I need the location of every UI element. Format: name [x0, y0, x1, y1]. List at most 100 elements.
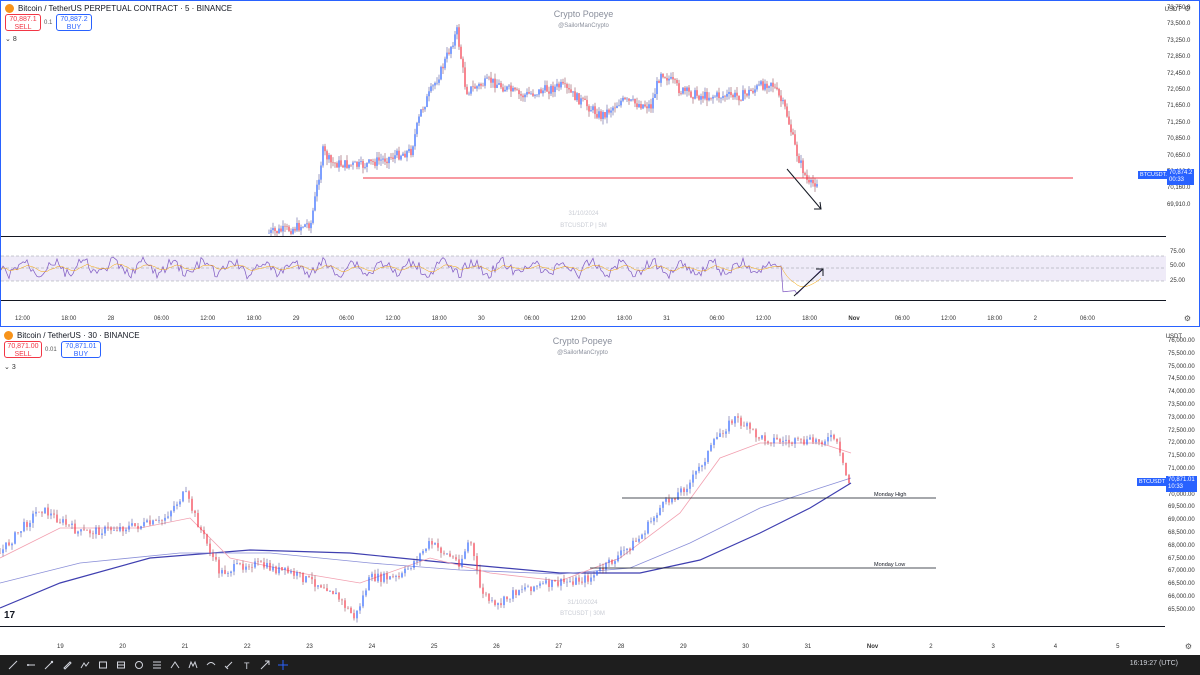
candle-body — [614, 107, 616, 109]
candle-body — [492, 78, 494, 83]
rsi-axis: 75.00 50.00 25.00 — [1164, 237, 1199, 300]
candle-body — [448, 52, 450, 54]
candle-body — [29, 522, 31, 527]
candle-body — [746, 423, 748, 427]
time-tick: 19 — [57, 644, 64, 650]
candle-body — [170, 511, 172, 517]
candle-body — [395, 575, 397, 577]
candle-body — [390, 157, 392, 158]
candle-body — [532, 93, 534, 96]
fib-icon[interactable] — [152, 660, 162, 670]
rsi-indicator[interactable] — [1, 237, 1166, 300]
short-position-icon[interactable] — [134, 660, 144, 670]
candle-body — [764, 435, 766, 442]
bottom-time-axis[interactable]: 19 20 21 22 23 24 25 26 27 28 29 30 31 Nov 2 3 4 5 — [0, 644, 1165, 654]
candle-body — [812, 179, 814, 184]
candle-body — [296, 222, 298, 231]
candle-body — [572, 581, 574, 585]
candle-body — [260, 561, 262, 563]
time-tick: 4 — [1053, 644, 1058, 650]
candle-body — [372, 161, 374, 162]
candle-body — [464, 551, 466, 559]
candle-body — [644, 533, 646, 535]
candle-body — [306, 223, 308, 225]
candle-body — [278, 228, 280, 234]
bottom-price-chart[interactable]: Monday High Monday Low 17 — [0, 328, 1165, 626]
top-price-axis[interactable]: 73,750.0 73,500.0 73,250.0 72,850.0 72,450.0… — [1164, 1, 1199, 236]
measure-icon[interactable] — [224, 660, 234, 670]
tradingview-logo: 17 — [4, 610, 16, 621]
candle-body — [92, 533, 94, 535]
pitchfork-icon[interactable] — [170, 660, 180, 670]
candle-body — [344, 160, 346, 168]
candle-body — [557, 581, 559, 586]
crosshair-icon[interactable] — [278, 660, 288, 670]
candle-body — [802, 160, 804, 174]
candle-body — [444, 58, 446, 69]
candle-body — [292, 228, 294, 234]
candle-body — [588, 106, 590, 112]
time-tick: 12:00 — [200, 316, 216, 322]
candle-body — [514, 87, 516, 90]
long-position-icon[interactable] — [116, 660, 126, 670]
candle-body — [596, 114, 598, 118]
candle-body — [710, 444, 712, 451]
candle-body — [221, 570, 223, 574]
rectangle-icon[interactable] — [98, 660, 108, 670]
candle-body — [498, 83, 500, 85]
down-arrow-annotation[interactable] — [786, 168, 822, 210]
candle-body — [780, 95, 782, 102]
candle-body — [346, 160, 348, 168]
path-icon[interactable] — [80, 660, 90, 670]
price-tick: 71,650.0 — [1167, 103, 1191, 110]
candle-body — [338, 592, 340, 600]
bottom-time-settings-icon[interactable]: ⚙ — [1185, 642, 1192, 651]
candle-body — [782, 100, 784, 102]
candle-body — [284, 225, 286, 227]
candle-body — [280, 228, 282, 232]
candle-body — [426, 96, 428, 108]
pattern-icon[interactable] — [188, 660, 198, 670]
candle-body — [56, 514, 58, 523]
pen-icon[interactable] — [62, 660, 72, 670]
candle-body — [59, 522, 61, 524]
candle-body — [574, 91, 576, 101]
candle-body — [434, 82, 436, 86]
price-tick: 73,500.00 — [1168, 402, 1195, 408]
candle-body — [762, 81, 764, 90]
candle-body — [674, 498, 676, 500]
candle-body — [288, 226, 290, 232]
candle-body — [161, 520, 163, 521]
bottom-chart-pane[interactable]: Bitcoin / TetherUS · 30 · BINANCE 70,871… — [0, 328, 1200, 655]
candle-body — [740, 417, 742, 426]
elliott-icon[interactable] — [206, 660, 216, 670]
rsi-tick: 50.00 — [1170, 263, 1186, 269]
trendline-icon[interactable] — [8, 660, 18, 670]
time-tick: 31 — [804, 644, 812, 650]
price-tick: 74,500.00 — [1168, 376, 1195, 383]
candle-body — [594, 106, 596, 115]
utc-clock[interactable]: 16:19:27 (UTC) — [1130, 660, 1178, 667]
time-tick: 12:00 — [755, 316, 771, 322]
candle-body — [404, 568, 406, 574]
candle-body — [401, 573, 403, 578]
candle-body — [770, 82, 772, 87]
candle-body — [716, 436, 718, 440]
candle-body — [215, 557, 217, 560]
candle-body — [524, 587, 526, 590]
candle-body — [23, 521, 25, 532]
time-tick: 12:00 — [385, 316, 401, 322]
moving-average-mid — [0, 477, 852, 584]
top-time-axis[interactable]: 12:00 18:00 28 06:00 12:00 18:00 29 06:00 12:00 1… — [1, 316, 1166, 326]
ray-icon[interactable] — [26, 660, 36, 670]
candle-body — [456, 27, 458, 35]
arrow-icon[interactable] — [260, 660, 270, 670]
candle-body — [534, 94, 536, 96]
top-chart-pane[interactable]: Bitcoin / TetherUS PERPETUAL CONTRACT · … — [0, 0, 1200, 327]
text-icon[interactable]: T — [242, 660, 252, 670]
top-time-settings-icon[interactable]: ⚙ — [1184, 314, 1191, 323]
candle-body — [460, 46, 462, 59]
brush-icon[interactable] — [44, 660, 54, 670]
top-price-chart[interactable] — [1, 1, 1166, 237]
candle-body — [520, 94, 522, 96]
